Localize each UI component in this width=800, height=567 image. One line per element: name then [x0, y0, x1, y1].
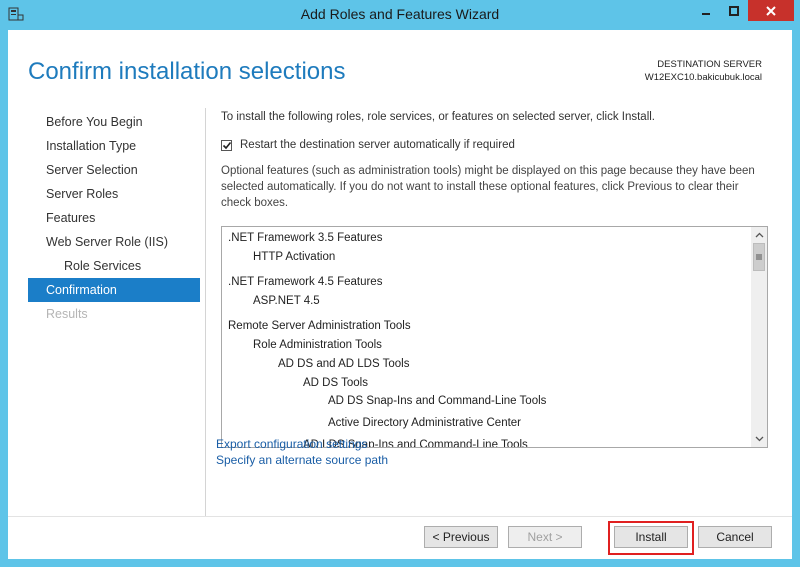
nav-item-web-server-role[interactable]: Web Server Role (IIS) — [28, 230, 200, 254]
optional-features-note: Optional features (such as administratio… — [221, 165, 755, 209]
title-bar[interactable]: Add Roles and Features Wizard — [0, 0, 800, 30]
footer-divider — [8, 516, 792, 517]
minimize-icon — [701, 12, 710, 15]
chevron-up-icon — [755, 232, 763, 238]
destination-server-name: W12EXC10.bakicubuk.local — [644, 72, 762, 83]
destination-server-label: DESTINATION SERVER — [657, 59, 762, 70]
restart-option[interactable]: Restart the destination server automatic… — [221, 139, 515, 151]
list-item: AD DS Snap-Ins and Command-Line Tools — [328, 395, 547, 407]
previous-button[interactable]: < Previous — [424, 526, 498, 548]
nav-item-before-you-begin[interactable]: Before You Begin — [28, 110, 200, 134]
config-links: Export configuration settings Specify an… — [216, 436, 388, 468]
scroll-up-button[interactable] — [751, 227, 767, 243]
list-item: AD DS Tools — [303, 377, 368, 389]
features-list-content: .NET Framework 3.5 Features HTTP Activat… — [222, 227, 752, 447]
wizard-window: Add Roles and Features Wizard Confirm in… — [0, 0, 800, 567]
close-icon — [766, 5, 776, 16]
list-item: .NET Framework 4.5 Features — [228, 276, 383, 288]
next-button: Next > — [508, 526, 582, 548]
list-item: HTTP Activation — [253, 251, 336, 263]
install-button[interactable]: Install — [614, 526, 688, 548]
nav-item-server-selection[interactable]: Server Selection — [28, 158, 200, 182]
restart-checkbox-label: Restart the destination server automatic… — [240, 139, 515, 151]
list-item: .NET Framework 3.5 Features — [228, 232, 383, 244]
close-button[interactable] — [748, 0, 794, 21]
nav-item-features[interactable]: Features — [28, 206, 200, 230]
list-item: Active Directory Administrative Center — [328, 417, 522, 429]
maximize-button[interactable] — [720, 0, 747, 21]
nav-item-role-services[interactable]: Role Services — [28, 254, 200, 278]
intro-text: To install the following roles, role ser… — [221, 111, 655, 123]
destination-server-info: DESTINATION SERVER W12EXC10.bakicubuk.lo… — [645, 58, 762, 84]
scroll-down-button[interactable] — [751, 431, 767, 447]
page-title: Confirm installation selections — [28, 58, 346, 85]
scroll-thumb[interactable] — [753, 243, 765, 271]
window-title: Add Roles and Features Wizard — [300, 6, 500, 22]
minimize-button[interactable] — [692, 0, 719, 21]
wizard-nav: Before You Begin Installation Type Serve… — [28, 110, 200, 326]
export-config-link[interactable]: Export configuration settings — [216, 436, 388, 452]
wizard-client-area: Confirm installation selections DESTINAT… — [8, 30, 792, 559]
restart-checkbox[interactable] — [221, 139, 232, 151]
list-item: AD DS and AD LDS Tools — [278, 358, 410, 370]
nav-item-results: Results — [46, 307, 88, 321]
nav-item-server-roles[interactable]: Server Roles — [28, 182, 200, 206]
cancel-button[interactable]: Cancel — [698, 526, 772, 548]
nav-item-confirmation[interactable]: Confirmation — [28, 278, 200, 302]
chevron-down-icon — [755, 436, 763, 442]
list-item: Role Administration Tools — [253, 339, 382, 351]
maximize-icon — [728, 5, 739, 16]
selected-features-list[interactable]: .NET Framework 3.5 Features HTTP Activat… — [221, 226, 768, 448]
nav-item-installation-type[interactable]: Installation Type — [28, 134, 200, 158]
grip-icon — [756, 254, 762, 260]
checkmark-icon — [222, 141, 232, 149]
features-list-scrollbar[interactable] — [751, 227, 767, 447]
list-item: Remote Server Administration Tools — [228, 320, 411, 332]
alternate-source-link[interactable]: Specify an alternate source path — [216, 452, 388, 468]
list-item: ASP.NET 4.5 — [253, 295, 320, 307]
